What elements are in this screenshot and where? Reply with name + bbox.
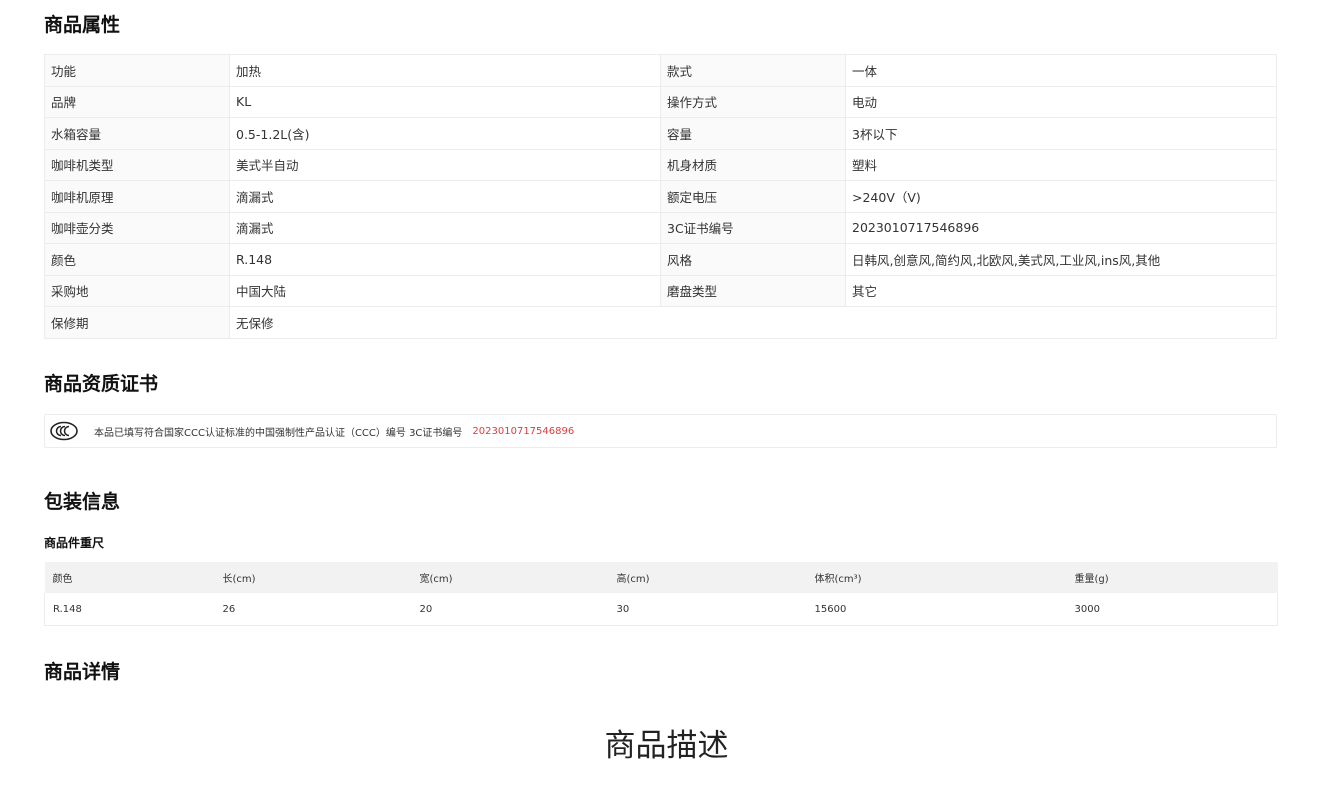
- column-header: 长(cm): [214, 562, 412, 593]
- attribute-value: 塑料: [845, 148, 1277, 181]
- attribute-key: 款式: [660, 54, 846, 87]
- attribute-value: 一体: [845, 54, 1277, 87]
- attribute-key: 额定电压: [660, 180, 846, 213]
- attribute-row: 咖啡壶分类 滴漏式 3C证书编号 2023010717546896: [44, 211, 1277, 244]
- attribute-value: 美式半自动: [229, 148, 661, 181]
- column-header: 体积(cm³): [806, 562, 1067, 593]
- attribute-value: 0.5-1.2L(含): [229, 117, 661, 150]
- certificate-section-title: 商品资质证书: [44, 373, 159, 395]
- table-cell: R.148: [44, 593, 215, 626]
- attribute-row: 咖啡机类型 美式半自动 机身材质 塑料: [44, 148, 1277, 181]
- attribute-key: 机身材质: [660, 148, 846, 181]
- attribute-key: 功能: [44, 54, 230, 87]
- ccc-icon: [50, 421, 78, 441]
- package-section-title: 包装信息: [44, 491, 121, 513]
- attribute-key: 颜色: [44, 243, 230, 276]
- attribute-key: 咖啡机类型: [44, 148, 230, 181]
- attribute-row: 品牌 KL 操作方式 电动: [44, 85, 1277, 118]
- attribute-key: 容量: [660, 117, 846, 150]
- attribute-value: 其它: [845, 274, 1277, 307]
- attribute-key: 风格: [660, 243, 846, 276]
- certificate-text: 本品已填写符合国家CCC认证标准的中国强制性产品认证（CCC）编号 3C证书编号: [94, 427, 463, 439]
- package-header-row: 颜色 长(cm) 宽(cm) 高(cm) 体积(cm³) 重量(g): [44, 562, 1278, 593]
- attribute-value: R.148: [229, 243, 661, 276]
- attribute-row: 水箱容量 0.5-1.2L(含) 容量 3杯以下: [44, 117, 1277, 150]
- attributes-table: 功能 加热 款式 一体 品牌 KL 操作方式 电动 水箱容量 0.5-1.2L(…: [44, 54, 1277, 339]
- attribute-row: 保修期 无保修: [44, 306, 1277, 339]
- column-header: 高(cm): [608, 562, 807, 593]
- table-cell: 3000: [1066, 593, 1278, 626]
- attribute-key: 采购地: [44, 274, 230, 307]
- package-subtitle: 商品件重尺: [44, 536, 105, 550]
- attribute-value: KL: [229, 85, 661, 118]
- certificate-box: 本品已填写符合国家CCC认证标准的中国强制性产品认证（CCC）编号 3C证书编号…: [44, 414, 1277, 448]
- attribute-key: 咖啡机原理: [44, 180, 230, 213]
- attribute-key: 水箱容量: [44, 117, 230, 150]
- attribute-value: 滴漏式: [229, 180, 661, 213]
- attribute-value: 2023010717546896: [845, 211, 1277, 244]
- table-cell: 20: [411, 593, 609, 626]
- attribute-key: 3C证书编号: [660, 211, 846, 244]
- attribute-key: 保修期: [44, 306, 230, 339]
- table-cell: 30: [608, 593, 807, 626]
- attributes-section-title: 商品属性: [44, 14, 121, 36]
- attribute-value: >240V（V): [845, 180, 1277, 213]
- attribute-row: 咖啡机原理 滴漏式 额定电压 >240V（V): [44, 180, 1277, 213]
- product-page: 商品属性 功能 加热 款式 一体 品牌 KL 操作方式 电动 水箱容量 0.5-…: [0, 0, 1333, 786]
- column-header: 重量(g): [1066, 562, 1278, 593]
- table-cell: 15600: [806, 593, 1067, 626]
- attribute-value: 3杯以下: [845, 117, 1277, 150]
- attribute-row: 采购地 中国大陆 磨盘类型 其它: [44, 274, 1277, 307]
- package-table: 颜色 长(cm) 宽(cm) 高(cm) 体积(cm³) 重量(g) R.148…: [44, 562, 1278, 626]
- table-cell: 26: [214, 593, 412, 626]
- attribute-key: 操作方式: [660, 85, 846, 118]
- attribute-value: 滴漏式: [229, 211, 661, 244]
- column-header: 宽(cm): [411, 562, 609, 593]
- certificate-number: 2023010717546896: [472, 425, 575, 437]
- attribute-row: 颜色 R.148 风格 日韩风,创意风,简约风,北欧风,美式风,工业风,ins风…: [44, 243, 1277, 276]
- attribute-row: 功能 加热 款式 一体: [44, 54, 1277, 87]
- attribute-value: 电动: [845, 85, 1277, 118]
- column-header: 颜色: [44, 562, 215, 593]
- product-description-heading: 商品描述: [604, 728, 729, 764]
- attribute-value: 加热: [229, 54, 661, 87]
- table-row: R.148 26 20 30 15600 3000: [44, 593, 1278, 626]
- attribute-key: 咖啡壶分类: [44, 211, 230, 244]
- detail-section-title: 商品详情: [44, 661, 121, 683]
- attribute-value: 无保修: [229, 306, 1277, 339]
- attribute-key: 磨盘类型: [660, 274, 846, 307]
- attribute-key: 品牌: [44, 85, 230, 118]
- attribute-value: 日韩风,创意风,简约风,北欧风,美式风,工业风,ins风,其他: [845, 243, 1277, 276]
- attribute-value: 中国大陆: [229, 274, 661, 307]
